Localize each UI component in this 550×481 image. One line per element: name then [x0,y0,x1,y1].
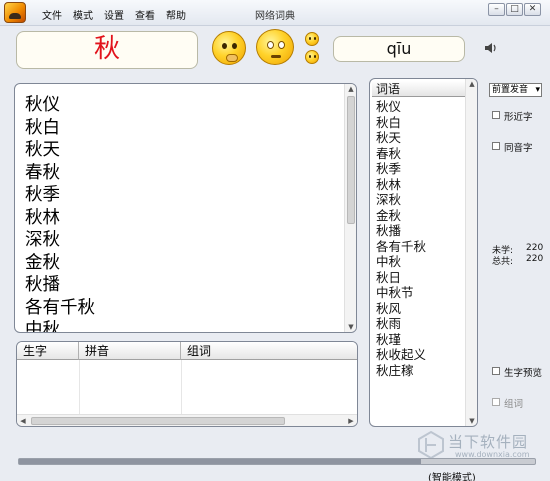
scroll-right-icon[interactable]: ▶ [345,416,357,426]
column-header-words[interactable]: 组词 [181,342,357,360]
words-list: 秋仪 秋白 秋天 春秋 秋季 秋林 深秋 金秋 秋播 各有千秋 中秋 秋日 中秋节 秋风 秋雨 秋瑾 秋收起义秋… [376,99,426,378]
minimize-button[interactable]: – [488,3,505,16]
main-word-item[interactable]: 秋林 [25,207,95,230]
current-char: 秋 [93,34,120,64]
pinyin-box: qīu [333,36,465,62]
word-item[interactable]: 秋瑾 [376,332,426,348]
app-logo-icon [4,2,26,23]
maximize-button[interactable]: □ [506,3,523,16]
words-panel[interactable]: 词语 秋仪 秋白 秋天 春秋 秋季 秋林 深秋 金秋 秋播 各有千秋 中秋 秋日 中秋节 秋风 秋雨 秋瑾 秋收… [369,78,478,427]
sad-face-icon[interactable] [305,50,319,64]
word-item[interactable]: 秋林 [376,177,426,193]
main-word-item[interactable]: 秋白 [25,117,95,140]
preview-label: 生字预览 [504,368,543,379]
homophone-label: 同音字 [504,143,533,154]
voice-select[interactable]: 前置发音 [489,83,542,97]
table-scroll-thumb[interactable] [31,417,285,425]
word-item[interactable]: 秋雨 [376,316,426,332]
menu-file[interactable]: 文件 [42,7,62,22]
main-word-list-items: 秋仪 秋白 秋天 春秋 秋季 秋林 深秋 金秋 秋播 各有千秋 中秋 [25,94,95,332]
word-item[interactable]: 中秋节 [376,285,426,301]
word-item[interactable]: 秋天 [376,130,426,146]
column-header-char[interactable]: 生字 [17,342,79,360]
word-item[interactable]: 秋收起义 [376,347,426,363]
words-header: 词语 [372,81,472,97]
word-item[interactable]: 中秋 [376,254,426,270]
menu-help[interactable]: 帮助 [166,7,186,22]
word-item[interactable]: 秋播 [376,223,426,239]
happy-face-icon[interactable] [305,32,319,46]
main-word-item[interactable]: 春秋 [25,162,95,185]
total-label: 总共: [492,257,514,267]
thinking-face-icon[interactable] [212,31,246,65]
main-word-item[interactable]: 金秋 [25,252,95,275]
speaker-icon[interactable] [484,41,498,55]
watermark-title: 当下软件园 [448,433,529,451]
scroll-down-icon[interactable]: ▼ [345,322,356,332]
column-header-pinyin[interactable]: 拼音 [79,342,181,360]
menu-settings[interactable]: 设置 [104,7,124,22]
word-item[interactable]: 金秋 [376,208,426,224]
menu-mode[interactable]: 模式 [73,7,93,22]
main-word-item[interactable]: 秋天 [25,139,95,162]
watermark-logo-icon [418,430,444,460]
word-item[interactable]: 秋季 [376,161,426,177]
homophone-checkbox[interactable] [492,142,500,150]
scroll-thumb[interactable] [347,96,355,224]
words-scrollbar[interactable]: ▲ ▼ [465,79,477,426]
words-scroll-up-icon[interactable]: ▲ [466,79,477,89]
main-word-item[interactable]: 秋仪 [25,94,95,117]
word-item[interactable]: 秋庄稼 [376,363,426,379]
word-item[interactable]: 秋白 [376,115,426,131]
word-item[interactable]: 各有千秋 [376,239,426,255]
menu-view[interactable]: 查看 [135,7,155,22]
similar-shape-checkbox[interactable] [492,111,500,119]
scroll-left-icon[interactable]: ◀ [17,416,29,426]
progress-fill [19,459,422,464]
question-face-icon[interactable] [256,29,294,65]
unlearned-value: 220 [526,243,544,253]
table-hscrollbar[interactable]: ◀ ▶ [17,414,357,426]
main-list-scrollbar[interactable]: ▲ ▼ [344,84,356,332]
pinyin-text: qīu [386,39,412,58]
total-value: 220 [526,254,544,264]
main-word-list[interactable]: 秋仪 秋白 秋天 春秋 秋季 秋林 深秋 金秋 秋播 各有千秋 中秋 ▲ ▼ [14,83,357,333]
words-scroll-down-icon[interactable]: ▼ [466,416,477,426]
main-word-item[interactable]: 深秋 [25,229,95,252]
main-word-item[interactable]: 中秋 [25,319,95,332]
group-words-label: 组词 [504,399,524,410]
char-table[interactable]: 生字 拼音 组词 ◀ ▶ [16,341,358,427]
scroll-up-icon[interactable]: ▲ [345,84,356,94]
preview-checkbox[interactable] [492,367,500,375]
progress-bar [18,458,536,465]
main-word-item[interactable]: 秋播 [25,274,95,297]
current-char-box: 秋 [16,31,198,69]
word-item[interactable]: 深秋 [376,192,426,208]
title-bar: 文件 模式 设置 查看 帮助 网络词典 – □ ✕ [0,0,550,26]
mode-label: (智能模式) [428,473,476,481]
group-words-checkbox[interactable] [492,398,500,406]
close-button[interactable]: ✕ [524,3,541,16]
word-item[interactable]: 秋仪 [376,99,426,115]
main-word-item[interactable]: 秋季 [25,184,95,207]
word-item[interactable]: 春秋 [376,146,426,162]
similar-shape-label: 形近字 [504,112,533,123]
word-item[interactable]: 秋日 [376,270,426,286]
word-item[interactable]: 秋风 [376,301,426,317]
main-word-item[interactable]: 各有千秋 [25,297,95,320]
